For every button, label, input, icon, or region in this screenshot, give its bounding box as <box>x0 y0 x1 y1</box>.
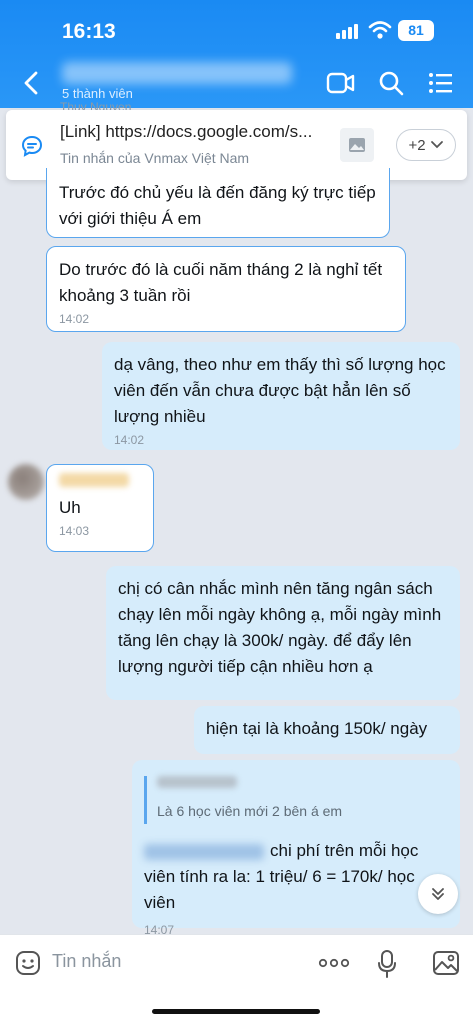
menu-list-icon[interactable] <box>428 70 454 96</box>
message-text: Trước đó chủ yếu là đến đăng ký trực tiế… <box>59 183 376 228</box>
pinned-source: Tin nhắn của Vnmax Việt Nam <box>60 150 250 166</box>
chat-bubble-icon <box>21 135 43 157</box>
group-name-blurred[interactable] <box>62 62 292 84</box>
image-thumbnail-icon[interactable] <box>340 128 374 162</box>
message-text: hiện tại là khoảng 150k/ ngày <box>206 719 428 738</box>
quoted-text: Là 6 học viên mới 2 bên á em <box>157 803 343 819</box>
message-outgoing-reply[interactable]: Là 6 học viên mới 2 bên á em chi phí trê… <box>132 760 460 937</box>
message-time: 14:02 <box>59 312 90 326</box>
search-icon[interactable] <box>378 70 404 96</box>
microphone-icon[interactable] <box>376 949 398 979</box>
quoted-sender-blurred <box>157 776 237 788</box>
message-composer: Tin nhắn <box>0 934 473 1024</box>
member-count[interactable]: 5 thành viên <box>62 86 133 101</box>
mention-blurred <box>144 843 264 860</box>
message-text: chị có cân nhắc mình nên tăng ngân sách … <box>118 579 442 676</box>
message-incoming[interactable]: Do trước đó là cuối năm tháng 2 là nghỉ … <box>46 246 406 332</box>
double-chevron-down-icon <box>432 888 444 900</box>
message-incoming[interactable]: Uh 14:03 <box>46 464 154 552</box>
message-text: dạ vâng, theo như em thấy thì số lượng h… <box>114 355 446 426</box>
sticker-emoji-icon[interactable] <box>14 949 42 977</box>
status-bar: 16:13 81 <box>0 0 473 60</box>
more-pinned-button[interactable]: +2 <box>396 129 456 161</box>
message-text: Do trước đó là cuối năm tháng 2 là nghỉ … <box>59 260 383 305</box>
message-outgoing[interactable]: hiện tại là khoảng 150k/ ngày <box>194 706 460 754</box>
message-time: 14:03 <box>59 524 90 538</box>
message-incoming[interactable]: Trước đó chủ yếu là đến đăng ký trực tiế… <box>46 168 390 238</box>
message-time: 14:02 <box>114 433 145 447</box>
more-options-icon[interactable] <box>318 957 350 969</box>
message-outgoing[interactable]: dạ vâng, theo như em thấy thì số lượng h… <box>102 342 460 450</box>
image-gallery-icon[interactable] <box>432 949 460 977</box>
more-pinned-count: +2 <box>408 136 426 154</box>
battery-indicator: 81 <box>398 20 434 41</box>
cellular-signal-icon <box>336 24 358 39</box>
sender-name-blurred <box>59 473 129 487</box>
chat-header: 16:13 81 5 thành viên <box>0 0 473 108</box>
message-input[interactable]: Tin nhắn <box>52 951 121 972</box>
clock: 16:13 <box>62 20 116 43</box>
quoted-message[interactable]: Là 6 học viên mới 2 bên á em <box>144 776 448 824</box>
video-call-icon[interactable] <box>326 70 356 96</box>
scroll-to-bottom-button[interactable] <box>418 874 458 914</box>
wifi-icon <box>368 21 392 39</box>
chevron-down-icon <box>430 141 443 149</box>
pinned-link-text[interactable]: [Link] https://docs.google.com/s... <box>60 122 312 142</box>
back-arrow-icon[interactable] <box>22 70 42 96</box>
message-text: Uh <box>59 498 81 517</box>
sender-avatar[interactable] <box>8 464 44 500</box>
home-indicator <box>152 1009 320 1014</box>
message-outgoing[interactable]: chị có cân nhắc mình nên tăng ngân sách … <box>106 566 460 700</box>
